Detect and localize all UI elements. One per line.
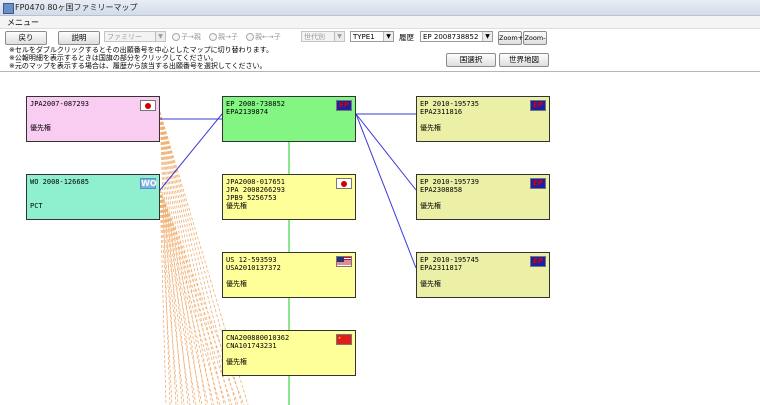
patent-node[interactable]: EP 2010-195739 EPA2308858 優先権 EP: [416, 174, 550, 220]
node-relation: PCT: [30, 202, 43, 210]
patent-node[interactable]: US 12-593593 USA2010137372 優先権: [222, 252, 356, 298]
window-title: FP0470 80ヶ国ファミリーマップ: [15, 3, 138, 12]
eu-flag-icon[interactable]: EP: [530, 100, 546, 111]
eu-flag-icon[interactable]: EP: [530, 178, 546, 189]
patent-node-center[interactable]: EP 2008-738852 EPA2139874 EP: [222, 96, 356, 142]
japan-flag-icon[interactable]: [336, 178, 352, 189]
eu-flag-icon[interactable]: EP: [336, 100, 352, 111]
type-select[interactable]: TYPE1 ▼: [350, 31, 394, 42]
patent-node[interactable]: WO 2008-126685 PCT WO: [26, 174, 160, 220]
dashed-link-line: [159, 111, 231, 405]
back-button[interactable]: 戻り: [5, 31, 47, 45]
patent-node[interactable]: JPA2007-087293 優先権: [26, 96, 160, 142]
publication-number: CNA101743231: [226, 342, 277, 350]
generation-select[interactable]: 世代別 ▼: [301, 31, 345, 42]
help-button[interactable]: 説明: [58, 31, 100, 45]
link-line: [355, 113, 417, 191]
application-number: EP 2010-195739: [420, 178, 480, 186]
node-relation: 優先権: [226, 280, 247, 288]
radio-label: 親→子: [218, 33, 238, 41]
country-select-button[interactable]: 国選択: [446, 53, 496, 67]
china-flag-icon[interactable]: [336, 334, 352, 345]
patent-node[interactable]: EP 2010-195745 EPA2311817 優先権 EP: [416, 252, 550, 298]
node-relation: 優先権: [226, 202, 247, 210]
family-select[interactable]: ファミリー ▼: [104, 31, 166, 42]
application-number: WO 2008-126685: [30, 178, 90, 186]
publication-number: EPA2308858: [420, 186, 463, 194]
generation-select-value: 世代別: [304, 33, 325, 41]
wipo-flag-icon[interactable]: WO: [140, 178, 157, 189]
zoom-out-button[interactable]: Zoom-: [523, 31, 547, 45]
title-bar: FP0470 80ヶ国ファミリーマップ: [0, 0, 760, 16]
radio-bidirectional[interactable]: 親←→子: [246, 32, 281, 42]
application-number: EP 2008-738852: [226, 100, 286, 108]
publication-number: EPA2139874: [226, 108, 269, 116]
patent-node[interactable]: EP 2010-195735 EPA2311816 優先権 EP: [416, 96, 550, 142]
application-number: EP 2010-195735: [420, 100, 480, 108]
registration-number: JPB9 5256753: [226, 194, 277, 202]
radio-circle-icon: [246, 33, 254, 41]
history-select[interactable]: EP 2008738852 ▼: [420, 31, 493, 42]
family-map-canvas[interactable]: JPA2007-087293 優先権 WO 2008-126685 PCT WO…: [0, 72, 760, 405]
radio-child-parent[interactable]: 子→親: [172, 32, 201, 42]
us-flag-icon[interactable]: [336, 256, 352, 267]
node-relation: 優先権: [226, 358, 247, 366]
radio-parent-child[interactable]: 親→子: [209, 32, 238, 42]
application-number: US 12-593593: [226, 256, 277, 264]
chevron-down-icon: ▼: [334, 32, 344, 41]
publication-number: JPA 2008266293: [226, 186, 286, 194]
application-number: JPA2008-017651: [226, 178, 286, 186]
radio-label: 子→親: [181, 33, 201, 41]
chevron-down-icon: ▼: [155, 32, 165, 41]
zoom-in-button[interactable]: Zoom+: [498, 31, 523, 45]
patent-node[interactable]: JPA2008-017651 JPA 2008266293 JPB9 52567…: [222, 174, 356, 220]
application-number: EP 2010-195745: [420, 256, 480, 264]
history-select-value: EP 2008738852: [423, 33, 479, 41]
history-label: 履歴: [399, 33, 414, 42]
japan-flag-icon[interactable]: [140, 100, 156, 111]
menu-item[interactable]: メニュー: [7, 17, 39, 28]
world-map-button[interactable]: 世界地図: [499, 53, 549, 67]
publication-number: USA2010137372: [226, 264, 281, 272]
menu-bar: メニュー: [0, 16, 760, 29]
link-line: [355, 113, 417, 269]
family-select-value: ファミリー: [107, 33, 142, 41]
node-relation: 優先権: [420, 202, 441, 210]
application-number: JPA2007-087293: [30, 100, 90, 108]
type-select-value: TYPE1: [353, 33, 375, 41]
node-relation: 優先権: [30, 124, 51, 132]
note-line: ※元のマップを表示する場合は、履歴から該当する出願番号を選択してください。: [9, 62, 267, 70]
radio-circle-icon: [209, 33, 217, 41]
chevron-down-icon: ▼: [482, 32, 492, 41]
chevron-down-icon: ▼: [383, 32, 393, 41]
app-icon: [3, 3, 14, 14]
publication-number: EPA2311816: [420, 108, 463, 116]
publication-number: EPA2311817: [420, 264, 463, 272]
eu-flag-icon[interactable]: EP: [530, 256, 546, 267]
node-relation: 優先権: [420, 124, 441, 132]
dashed-link-line: [159, 189, 185, 405]
application-number: CNA200880010362: [226, 334, 290, 342]
dashed-link-line: [159, 111, 201, 405]
node-relation: 優先権: [420, 280, 441, 288]
patent-node[interactable]: CNA200880010362 CNA101743231 優先権: [222, 330, 356, 376]
radio-circle-icon: [172, 33, 180, 41]
radio-label: 親←→子: [255, 33, 281, 41]
